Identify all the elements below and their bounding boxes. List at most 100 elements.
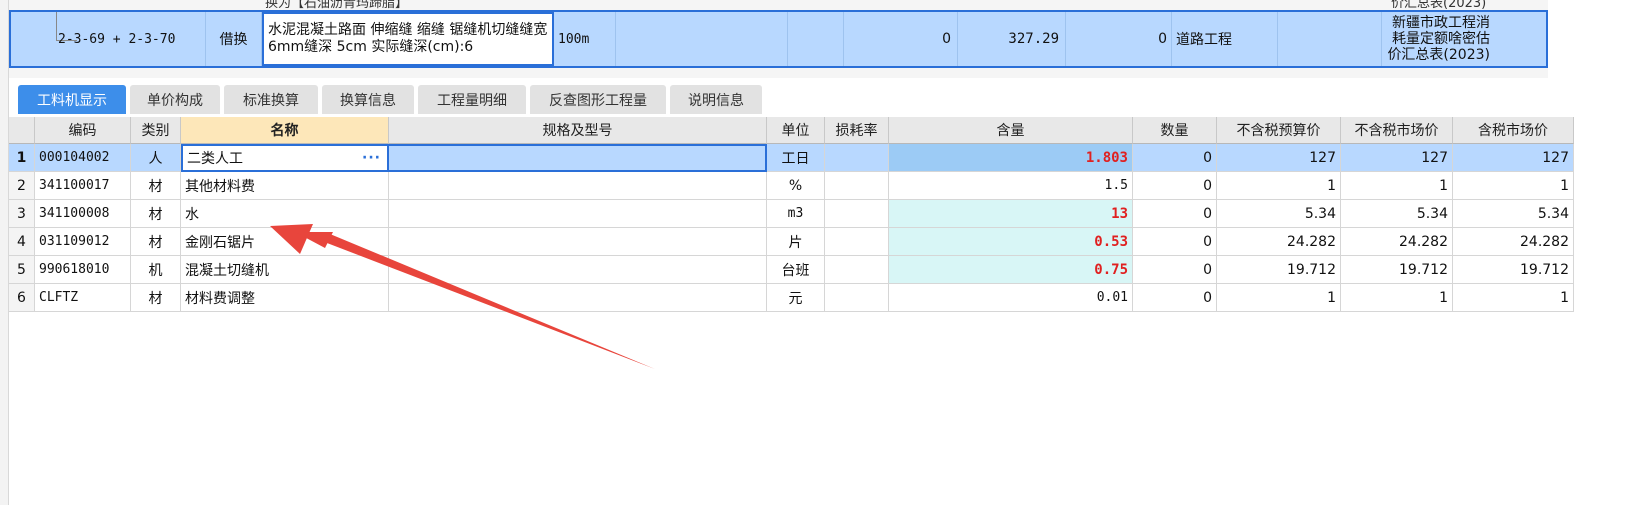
tab-conversion-info[interactable]: 换算信息 <box>322 85 414 114</box>
cell-name[interactable]: 水 <box>181 200 389 228</box>
cell-market-price-tax[interactable]: 19.712 <box>1453 256 1574 284</box>
cell-quantity[interactable]: 0 <box>1133 172 1217 200</box>
cell-category[interactable]: 材 <box>131 200 181 228</box>
table-row[interactable]: 2 341100017 材 其他材料费 % 1.5 0 1 1 1 <box>9 172 1630 200</box>
cell-name[interactable]: 二类人工 ··· <box>181 144 389 172</box>
quota-code[interactable]: 2-3-69 + 2-3-70 <box>38 12 206 66</box>
header-category[interactable]: 类别 <box>131 117 181 144</box>
cell-unit[interactable]: 片 <box>767 228 825 256</box>
cell-market-price-tax[interactable]: 1 <box>1453 284 1574 312</box>
quota-source[interactable]: 新疆市政工程消耗量定额啥密估价汇总表(2023) <box>1382 12 1494 66</box>
quota-empty-cell[interactable] <box>788 12 844 66</box>
quota-type[interactable]: 借换 <box>206 12 262 66</box>
cell-quantity[interactable]: 0 <box>1133 256 1217 284</box>
header-quantity[interactable]: 数量 <box>1133 117 1217 144</box>
cell-code[interactable]: CLFTZ <box>35 284 131 312</box>
header-name[interactable]: 名称 <box>181 117 389 144</box>
cell-quantity[interactable]: 0 <box>1133 144 1217 172</box>
cell-market-price-tax[interactable]: 5.34 <box>1453 200 1574 228</box>
cell-code[interactable]: 341100008 <box>35 200 131 228</box>
cell-content[interactable]: 1.803 <box>889 144 1133 172</box>
tab-standard-conversion[interactable]: 标准换算 <box>224 85 318 114</box>
tab-unit-price-composition[interactable]: 单价构成 <box>130 85 220 114</box>
table-row[interactable]: 4 031109012 材 金刚石锯片 片 0.53 0 24.282 24.2… <box>9 228 1630 256</box>
cell-content[interactable]: 0.53 <box>889 228 1133 256</box>
cell-content[interactable]: 1.5 <box>889 172 1133 200</box>
cell-unit[interactable]: 工日 <box>767 144 825 172</box>
cell-loss-rate[interactable] <box>825 256 889 284</box>
cell-market-price-tax[interactable]: 1 <box>1453 172 1574 200</box>
ellipsis-button[interactable]: ··· <box>362 150 381 166</box>
cell-name[interactable]: 材料费调整 <box>181 284 389 312</box>
cell-market-price[interactable]: 1 <box>1341 172 1453 200</box>
cell-category[interactable]: 人 <box>131 144 181 172</box>
cell-budget-price[interactable]: 19.712 <box>1217 256 1341 284</box>
cell-spec[interactable] <box>389 228 767 256</box>
cell-code[interactable]: 000104002 <box>35 144 131 172</box>
cell-loss-rate[interactable] <box>825 284 889 312</box>
cell-spec[interactable] <box>389 144 767 172</box>
cell-budget-price[interactable]: 1 <box>1217 284 1341 312</box>
cell-quantity[interactable]: 0 <box>1133 284 1217 312</box>
cell-name[interactable]: 其他材料费 <box>181 172 389 200</box>
tab-reverse-graphic-quantity[interactable]: 反查图形工程量 <box>530 85 666 114</box>
cell-spec[interactable] <box>389 172 767 200</box>
cell-category[interactable]: 材 <box>131 172 181 200</box>
cell-code[interactable]: 031109012 <box>35 228 131 256</box>
quota-profession[interactable]: 道路工程 <box>1172 12 1278 66</box>
quota-empty-cell[interactable] <box>1278 12 1382 66</box>
quota-value-b[interactable]: 327.29 <box>958 12 1066 66</box>
quota-row-selected[interactable]: 2-3-69 + 2-3-70 借换 水泥混凝土路面 伸缩缝 缩缝 锯缝机切缝缝… <box>9 10 1548 68</box>
cell-loss-rate[interactable] <box>825 228 889 256</box>
cell-unit[interactable]: 元 <box>767 284 825 312</box>
header-market-price-tax[interactable]: 含税市场价 <box>1453 117 1574 144</box>
cell-loss-rate[interactable] <box>825 172 889 200</box>
cell-market-price[interactable]: 127 <box>1341 144 1453 172</box>
header-market-price[interactable]: 不含税市场价 <box>1341 117 1453 144</box>
cell-market-price-tax[interactable]: 24.282 <box>1453 228 1574 256</box>
tab-description[interactable]: 说明信息 <box>670 85 762 114</box>
quota-value-c[interactable]: 0 <box>1066 12 1172 66</box>
cell-name[interactable]: 混凝土切缝机 <box>181 256 389 284</box>
header-unit[interactable]: 单位 <box>767 117 825 144</box>
cell-content[interactable]: 13 <box>889 200 1133 228</box>
cell-quantity[interactable]: 0 <box>1133 228 1217 256</box>
header-code[interactable]: 编码 <box>35 117 131 144</box>
cell-name[interactable]: 金刚石锯片 <box>181 228 389 256</box>
cell-spec[interactable] <box>389 256 767 284</box>
cell-spec[interactable] <box>389 284 767 312</box>
cell-content[interactable]: 0.75 <box>889 256 1133 284</box>
cell-market-price-tax[interactable]: 127 <box>1453 144 1574 172</box>
header-loss-rate[interactable]: 损耗率 <box>825 117 889 144</box>
header-content[interactable]: 含量 <box>889 117 1133 144</box>
header-budget-price[interactable]: 不含税预算价 <box>1217 117 1341 144</box>
quota-value-a[interactable]: 0 <box>844 12 958 66</box>
cell-loss-rate[interactable] <box>825 200 889 228</box>
cell-category[interactable]: 机 <box>131 256 181 284</box>
cell-loss-rate[interactable] <box>825 144 889 172</box>
cell-market-price[interactable]: 5.34 <box>1341 200 1453 228</box>
cell-market-price[interactable]: 24.282 <box>1341 228 1453 256</box>
cell-category[interactable]: 材 <box>131 228 181 256</box>
quota-name[interactable]: 水泥混凝土路面 伸缩缝 缩缝 锯缝机切缝缝宽6mm缝深 5cm 实际缝深(cm)… <box>262 12 554 66</box>
cell-unit[interactable]: m3 <box>767 200 825 228</box>
cell-quantity[interactable]: 0 <box>1133 200 1217 228</box>
cell-code[interactable]: 341100017 <box>35 172 131 200</box>
cell-market-price[interactable]: 1 <box>1341 284 1453 312</box>
cell-code[interactable]: 990618010 <box>35 256 131 284</box>
table-row[interactable]: 6 CLFTZ 材 材料费调整 元 0.01 0 1 1 1 <box>9 284 1630 312</box>
cell-budget-price[interactable]: 1 <box>1217 172 1341 200</box>
header-spec[interactable]: 规格及型号 <box>389 117 767 144</box>
tab-labor-material-machine[interactable]: 工料机显示 <box>18 85 126 114</box>
cell-budget-price[interactable]: 5.34 <box>1217 200 1341 228</box>
cell-spec[interactable] <box>389 200 767 228</box>
cell-category[interactable]: 材 <box>131 284 181 312</box>
cell-budget-price[interactable]: 24.282 <box>1217 228 1341 256</box>
cell-content[interactable]: 0.01 <box>889 284 1133 312</box>
quota-empty-cell[interactable] <box>616 12 788 66</box>
table-row[interactable]: 5 990618010 机 混凝土切缝机 台班 0.75 0 19.712 19… <box>9 256 1630 284</box>
quota-unit[interactable]: 100m <box>554 12 616 66</box>
cell-unit[interactable]: 台班 <box>767 256 825 284</box>
table-row[interactable]: 3 341100008 材 水 m3 13 0 5.34 5.34 5.34 <box>9 200 1630 228</box>
cell-market-price[interactable]: 19.712 <box>1341 256 1453 284</box>
